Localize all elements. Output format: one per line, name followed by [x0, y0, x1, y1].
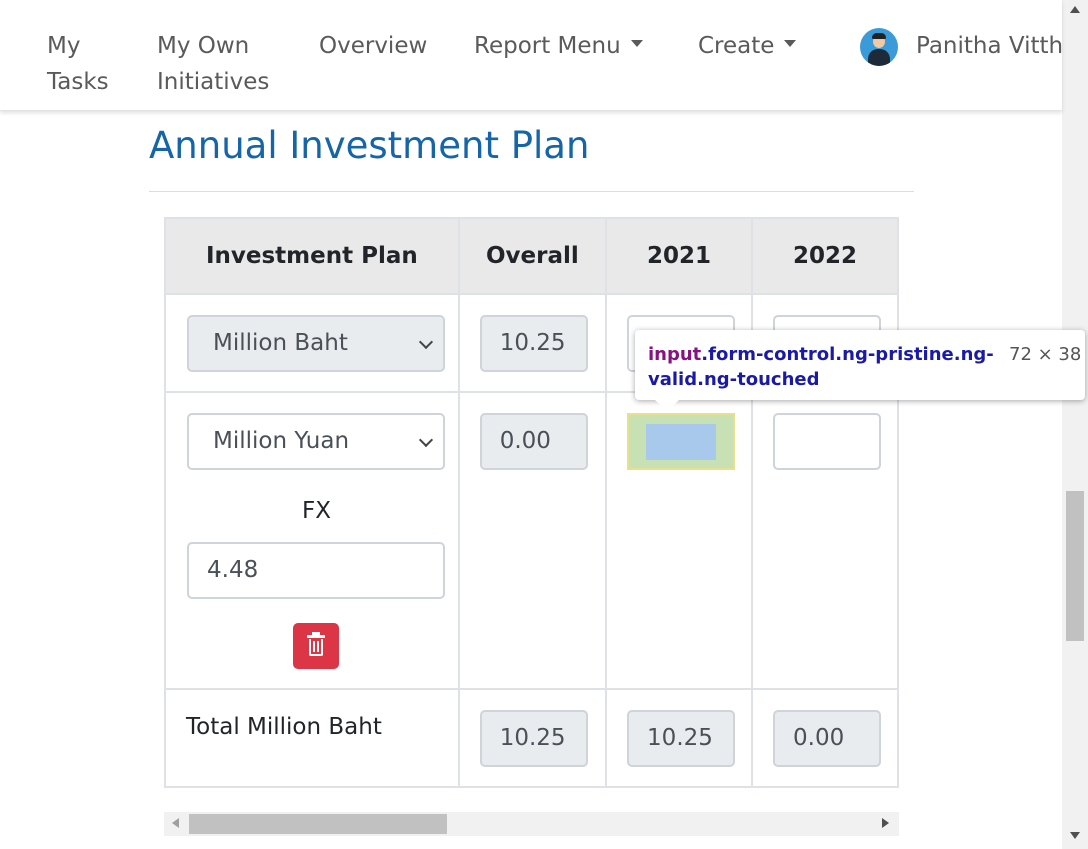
- top-navbar: My Tasks My Own Initiatives Overview Rep…: [0, 0, 1062, 111]
- tooltip-dimensions: 72 × 38: [1009, 344, 1082, 365]
- overall-input: 0.00: [479, 413, 588, 470]
- row1-overall-cell: 10.25: [457, 293, 608, 393]
- row2-2021-cell: [605, 391, 754, 690]
- total-2021-value: 10.25: [627, 710, 736, 767]
- year-2021-input-highlighted[interactable]: [627, 413, 736, 470]
- total-overall-cell: 10.25: [457, 688, 608, 788]
- row1-currency-cell: Million Baht: [164, 293, 460, 393]
- trash-lid: [307, 635, 325, 638]
- nav-my-own-initiatives[interactable]: My Own Initiatives: [157, 28, 269, 100]
- inspect-inner: [646, 424, 717, 460]
- row2-currency-cell: Million Yuan FX 4.48: [164, 391, 460, 690]
- chevron-down-icon: [418, 334, 434, 350]
- horizontal-scrollbar[interactable]: [164, 812, 899, 836]
- avatar-body: [868, 49, 890, 66]
- vertical-scrollbar[interactable]: [1062, 0, 1088, 849]
- year-2022-input[interactable]: [773, 413, 882, 470]
- total-2022-cell: 0.00: [751, 688, 899, 788]
- nav-my-tasks-line2: Tasks: [47, 69, 109, 95]
- nav-create-label: Create: [698, 33, 775, 59]
- user-name[interactable]: Panitha Vitth: [916, 28, 1062, 64]
- avatar-hair: [872, 33, 886, 39]
- scroll-up-icon[interactable]: [1070, 6, 1080, 13]
- delete-button[interactable]: [293, 623, 339, 669]
- currency-select-value: Million Baht: [213, 330, 348, 356]
- title-divider: [149, 191, 914, 192]
- nav-overview-label: Overview: [319, 33, 428, 59]
- scroll-left-icon[interactable]: [172, 818, 179, 828]
- devtools-inspect-tooltip: input.form-control.ng-pristine.ng-valid.…: [635, 330, 1085, 411]
- investment-plan-table: Investment Plan Overall 2021 2022 Millio…: [164, 217, 899, 788]
- scroll-right-icon[interactable]: [882, 818, 889, 828]
- nav-my-own-initiatives-line2: Initiatives: [157, 69, 270, 95]
- user-avatar[interactable]: [860, 28, 898, 66]
- fx-label: FX: [302, 498, 331, 524]
- trash-icon: [309, 639, 323, 656]
- nav-my-tasks-line1: My: [47, 33, 81, 59]
- tooltip-arrow: [655, 400, 679, 411]
- row2-overall-cell: 0.00: [457, 391, 608, 690]
- total-label-cell: Total Million Baht: [164, 688, 460, 788]
- header-overall: Overall: [457, 217, 608, 295]
- currency-select[interactable]: Million Yuan: [187, 413, 445, 470]
- tooltip-tag: input: [648, 344, 702, 365]
- nav-report-menu[interactable]: Report Menu: [474, 28, 643, 64]
- chevron-down-icon: [418, 432, 434, 448]
- nav-my-own-initiatives-line1: My Own: [157, 33, 250, 59]
- table-row: Million Yuan FX 4.48 0.00: [164, 391, 899, 690]
- nav-my-tasks[interactable]: My Tasks: [47, 28, 109, 100]
- currency-select-value: Million Yuan: [213, 428, 350, 454]
- caret-down-icon: [630, 40, 643, 47]
- total-2021-cell: 10.25: [605, 688, 754, 788]
- vertical-scroll-thumb[interactable]: [1066, 491, 1084, 641]
- tooltip-selector: input.form-control.ng-pristine.ng-valid.…: [648, 342, 998, 392]
- header-2021: 2021: [605, 217, 754, 295]
- nav-overview[interactable]: Overview: [319, 28, 427, 64]
- currency-select[interactable]: Million Baht: [187, 315, 445, 372]
- horizontal-scroll-thumb[interactable]: [189, 814, 447, 834]
- scroll-down-icon[interactable]: [1070, 832, 1080, 839]
- total-label: Total Million Baht: [186, 714, 382, 740]
- total-2022-value: 0.00: [773, 710, 882, 767]
- header-investment-plan: Investment Plan: [164, 217, 460, 295]
- nav-report-menu-label: Report Menu: [474, 33, 621, 59]
- page-title: Annual Investment Plan: [149, 124, 590, 167]
- header-2022: 2022: [751, 217, 899, 295]
- fx-input[interactable]: 4.48: [187, 542, 445, 599]
- row2-2022-cell: [751, 391, 899, 690]
- investment-plan-table-wrapper: Investment Plan Overall 2021 2022 Millio…: [164, 217, 899, 788]
- total-overall-value: 10.25: [479, 710, 588, 767]
- overall-input: 10.25: [479, 315, 588, 372]
- caret-down-icon: [784, 40, 797, 47]
- table-row: Total Million Baht 10.25 10.25 0.00: [164, 688, 899, 788]
- nav-create[interactable]: Create: [698, 28, 797, 64]
